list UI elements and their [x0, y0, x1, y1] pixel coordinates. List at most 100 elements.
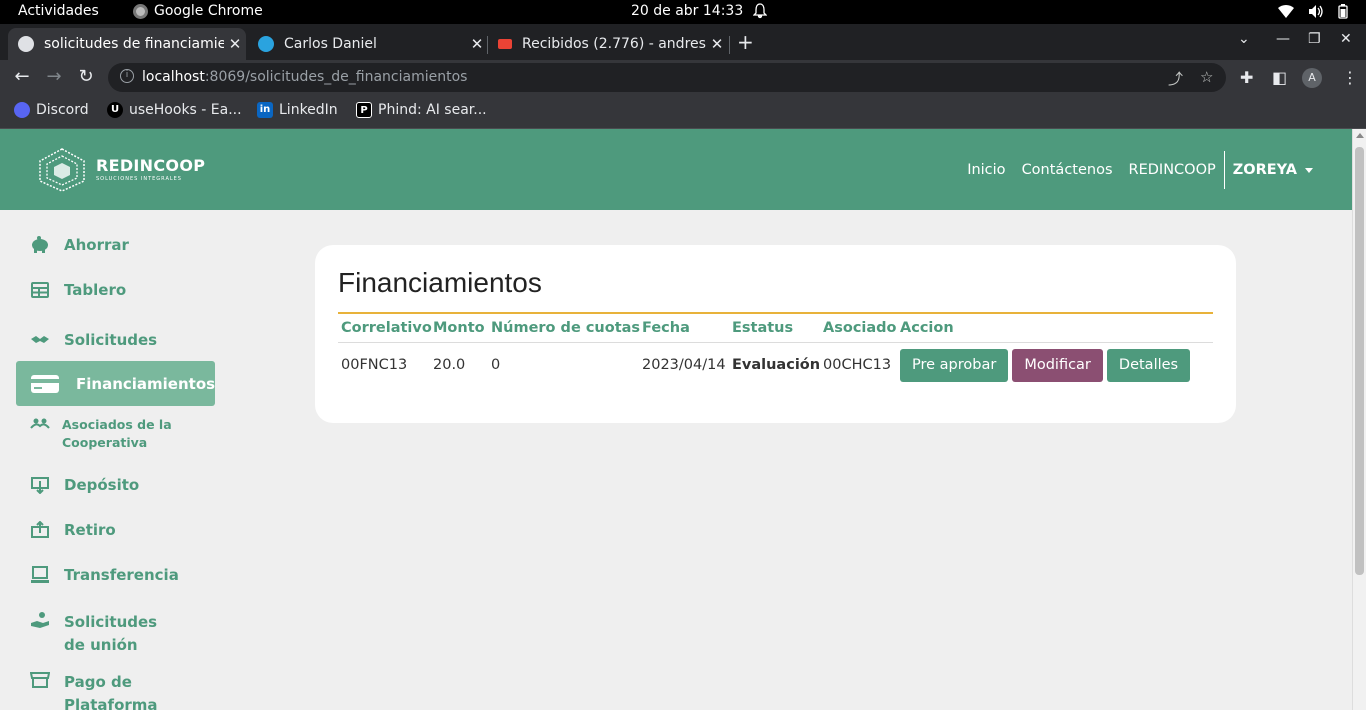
app-menu[interactable]: Google Chrome	[133, 3, 263, 19]
page-title: Financiamientos	[338, 267, 542, 298]
url-text[interactable]: localhost:8069/solicitudes_de_financiami…	[142, 69, 467, 85]
cell-fecha: 2023/04/14	[642, 357, 726, 373]
brand-name: REDINCOOP	[96, 156, 206, 175]
piggy-bank-icon	[32, 236, 48, 253]
cell-cuotas: 0	[491, 357, 501, 373]
tab-strip: solicitudes de financiamie ✕ Carlos Dani…	[0, 24, 1366, 60]
minimize-icon[interactable]: —	[1276, 31, 1290, 47]
back-icon[interactable]: ←	[10, 66, 34, 87]
extensions-icon[interactable]: ✚	[1240, 68, 1253, 87]
nav-redincoop[interactable]: REDINCOOP	[1129, 162, 1216, 178]
table-row: 00FNC13 20.0 0 2023/04/14 Evaluación 00C…	[338, 343, 1213, 387]
sidebar-item-pago-plataforma[interactable]: Pago de Plataforma	[16, 671, 215, 710]
column-header: Estatus	[732, 320, 794, 336]
system-tray[interactable]	[1278, 4, 1348, 19]
redincoop-logo-icon	[39, 148, 85, 192]
close-tab-icon[interactable]: ✕	[224, 35, 246, 53]
hand-plus-icon	[31, 612, 49, 628]
bookmark-star-icon[interactable]: ☆	[1200, 68, 1213, 86]
sidebar-item-solicitudes-union[interactable]: Solicitudes de unión	[16, 611, 215, 657]
tab-financiamientos[interactable]: solicitudes de financiamie ✕	[8, 28, 246, 60]
new-tab-button[interactable]: +	[737, 30, 754, 54]
credit-card-icon	[31, 374, 59, 393]
cell-monto: 20.0	[433, 357, 466, 373]
sidebar-item-solicitudes[interactable]: Solicitudes	[16, 331, 215, 349]
maximize-icon[interactable]: ❐	[1308, 31, 1321, 47]
site-logo[interactable]: REDINCOOP SOLUCIONES INTEGRALES	[36, 147, 205, 193]
discord-icon	[14, 102, 30, 118]
bookmarks-bar: Discord UuseHooks - Ea... in LinkedIn P Ph…	[0, 96, 1366, 129]
profile-avatar[interactable]: A	[1302, 68, 1322, 88]
close-tab-icon[interactable]: ✕	[466, 35, 488, 53]
linkedin-icon: in	[257, 102, 273, 118]
top-navigation: Inicio Contáctenos REDINCOOP ZOREYA	[951, 151, 1313, 189]
column-header: Número de cuotas	[491, 320, 641, 336]
withdraw-icon	[31, 521, 49, 538]
cell-correlativo: 00FNC13	[341, 357, 408, 373]
reload-icon[interactable]: ↻	[74, 66, 98, 87]
sidebar-item-asociados[interactable]: Asociados de la Cooperativa	[16, 416, 215, 452]
table-header: Correlativo Monto Número de cuotas Fecha…	[338, 314, 1213, 343]
user-menu[interactable]: ZOREYA	[1233, 162, 1313, 178]
clock[interactable]: 20 de abr 14:33	[631, 3, 743, 19]
sidebar: Ahorrar Tablero Solicitudes Financiamien…	[0, 210, 215, 710]
column-header: Monto	[433, 320, 485, 336]
telegram-icon	[258, 36, 274, 52]
column-header: Asociado	[823, 320, 897, 336]
bookmark-linkedin[interactable]: in LinkedIn	[257, 102, 338, 118]
deposit-icon	[31, 477, 49, 494]
bookmark-discord[interactable]: Discord	[14, 102, 89, 118]
nav-contactenos[interactable]: Contáctenos	[1022, 162, 1113, 178]
bookmark-usehooks[interactable]: UuseHooks - Ea...	[107, 102, 242, 118]
transfer-icon	[31, 566, 49, 583]
nav-divider	[1223, 151, 1225, 189]
column-header: Accion	[900, 320, 954, 336]
handshake-icon	[31, 336, 49, 343]
tab-title: solicitudes de financiamie	[44, 36, 224, 52]
web-page: REDINCOOP SOLUCIONES INTEGRALES Inicio C…	[0, 129, 1352, 710]
site-info-icon[interactable]: i	[120, 69, 134, 83]
sidebar-item-transferencia[interactable]: Transferencia	[16, 566, 215, 584]
people-icon	[30, 418, 50, 429]
table-icon	[31, 282, 49, 298]
wifi-icon	[1278, 4, 1294, 19]
sidebar-item-financiamientos[interactable]: Financiamientos	[16, 361, 215, 406]
forward-icon[interactable]: →	[42, 66, 66, 87]
bell-icon	[753, 3, 767, 19]
chrome-menu-icon[interactable]: ⋮	[1342, 68, 1358, 87]
activities-button[interactable]: Actividades	[18, 3, 99, 19]
chrome-icon	[133, 3, 148, 19]
site-navbar: REDINCOOP SOLUCIONES INTEGRALES Inicio C…	[0, 129, 1352, 210]
sidebar-item-ahorrar[interactable]: Ahorrar	[16, 236, 215, 254]
tab-title: Carlos Daniel	[284, 36, 377, 52]
bookmark-phind[interactable]: P Phind: AI sear...	[356, 102, 487, 118]
nav-inicio[interactable]: Inicio	[967, 162, 1005, 178]
tab-gmail[interactable]: Recibidos (2.776) - andres ✕	[488, 28, 728, 60]
site-favicon-icon	[18, 36, 34, 52]
scrollbar-thumb[interactable]	[1355, 147, 1364, 575]
details-button[interactable]: Detalles	[1106, 348, 1191, 382]
gmail-icon	[498, 39, 512, 49]
side-panel-icon[interactable]: ◧	[1272, 68, 1287, 87]
address-bar[interactable]: i localhost:8069/solicitudes_de_financia…	[108, 63, 1226, 92]
tab-search-icon[interactable]: ⌄	[1238, 31, 1250, 47]
pre-approve-button[interactable]: Pre aprobar	[900, 348, 1009, 382]
cell-asociado: 00CHC13	[823, 357, 892, 373]
tab-separator	[729, 36, 730, 54]
sidebar-item-deposito[interactable]: Depósito	[16, 476, 215, 494]
close-window-icon[interactable]: ✕	[1340, 31, 1352, 47]
app-name: Google Chrome	[154, 3, 263, 19]
tab-telegram[interactable]: Carlos Daniel ✕	[248, 28, 488, 60]
scroll-up-icon[interactable]	[1356, 133, 1364, 138]
usehooks-icon: U	[107, 102, 123, 118]
column-header: Fecha	[642, 320, 690, 336]
share-icon[interactable]: ⤴	[1168, 68, 1183, 89]
page-scrollbar[interactable]	[1352, 129, 1366, 710]
financing-table: Correlativo Monto Número de cuotas Fecha…	[338, 312, 1213, 387]
financing-card: Financiamientos Correlativo Monto Número…	[315, 245, 1236, 423]
sidebar-item-tablero[interactable]: Tablero	[16, 281, 215, 299]
close-tab-icon[interactable]: ✕	[706, 35, 728, 53]
modify-button[interactable]: Modificar	[1012, 348, 1103, 382]
sidebar-item-retiro[interactable]: Retiro	[16, 521, 215, 539]
cell-estatus: Evaluación	[732, 357, 821, 373]
